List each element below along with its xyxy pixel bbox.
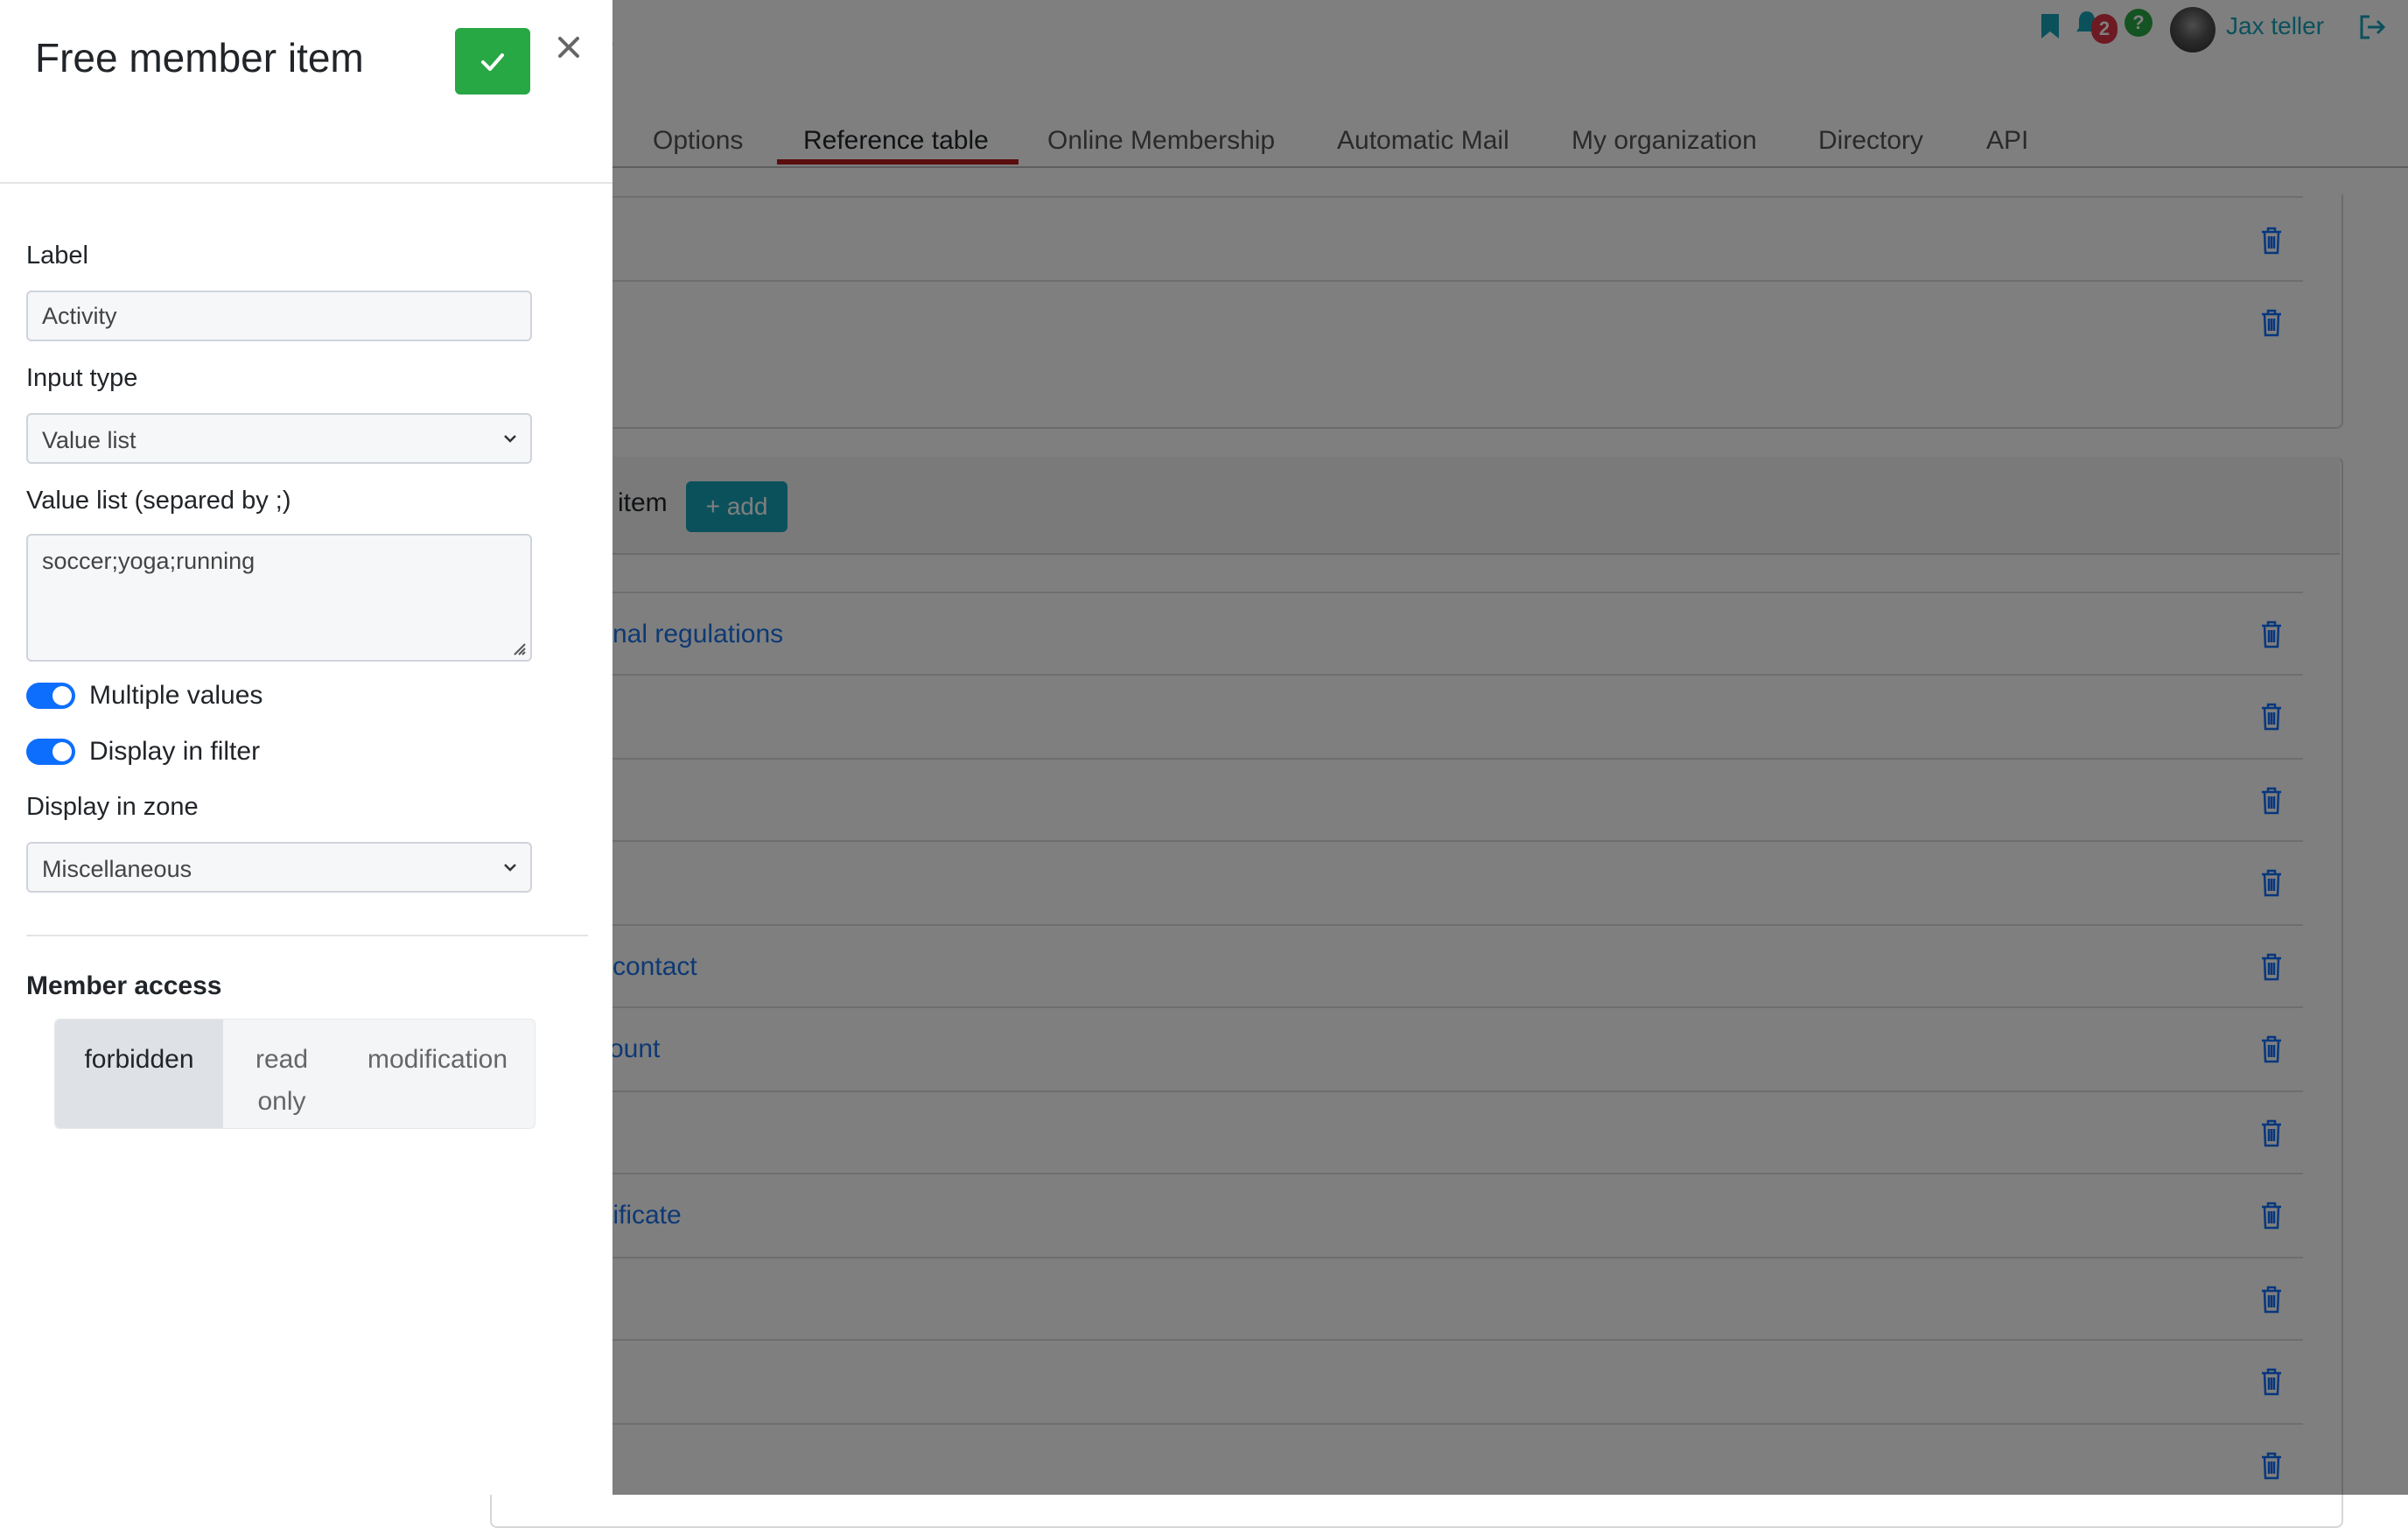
chevron-down-icon <box>504 435 516 443</box>
label-input[interactable] <box>26 291 532 341</box>
access-option-modification[interactable]: modification <box>340 1020 535 1128</box>
input-type-label: Input type <box>26 364 138 392</box>
toggle-knob <box>52 742 72 761</box>
check-icon <box>481 53 504 71</box>
input-type-value: Value list <box>42 427 136 453</box>
display-in-filter-label: Display in filter <box>89 737 261 766</box>
value-list-text: soccer;yoga;running <box>42 548 256 574</box>
access-option-read-only[interactable]: read only <box>223 1020 340 1128</box>
close-icon[interactable] <box>555 33 583 61</box>
resize-grip-icon[interactable] <box>509 639 527 656</box>
value-list-textarea[interactable]: soccer;yoga;running <box>26 534 532 662</box>
access-option-forbidden[interactable]: forbidden <box>55 1020 223 1128</box>
multiple-values-label: Multiple values <box>89 681 263 710</box>
confirm-button[interactable] <box>455 28 530 95</box>
panel-header: Free member item <box>0 0 612 184</box>
value-list-label: Value list (separed by ;) <box>26 487 291 515</box>
display-zone-value: Miscellaneous <box>42 856 192 882</box>
member-access-title: Member access <box>26 971 222 1000</box>
member-access-segmented-control: forbidden read only modification <box>54 1019 536 1129</box>
display-in-filter-toggle[interactable] <box>26 739 75 765</box>
label-field-label: Label <box>26 242 88 270</box>
chevron-down-icon <box>504 864 516 872</box>
panel-title: Free member item <box>35 35 364 81</box>
display-zone-label: Display in zone <box>26 793 199 821</box>
multiple-values-toggle[interactable] <box>26 683 75 709</box>
section-divider <box>26 935 588 936</box>
side-panel: Free member item Label Input type Value … <box>0 0 612 1495</box>
display-zone-select[interactable]: Miscellaneous <box>26 842 532 893</box>
input-type-select[interactable]: Value list <box>26 413 532 464</box>
toggle-knob <box>52 686 72 705</box>
